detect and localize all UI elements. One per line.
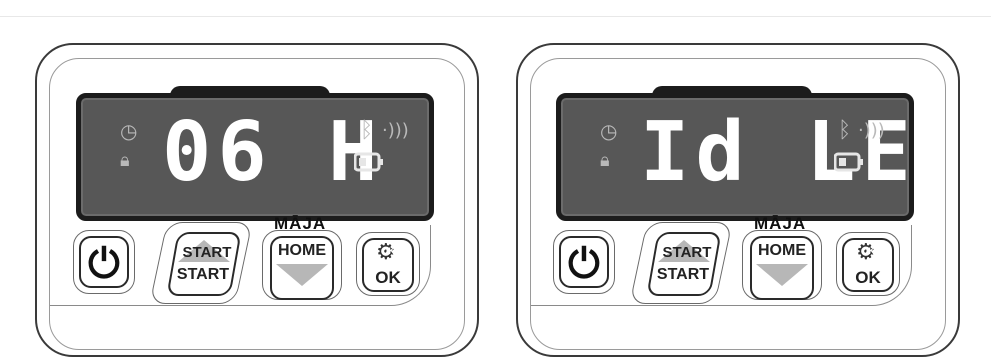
power-icon: ⏻: [88, 242, 120, 286]
ok-label-bottom: OK: [375, 268, 401, 287]
top-divider: [0, 16, 991, 17]
ok-label-top: OK: [861, 246, 875, 256]
battery-icon: [833, 152, 864, 172]
home-label: HOME: [758, 242, 806, 259]
power-button[interactable]: ⏻: [559, 236, 609, 288]
start-label-bottom: START: [656, 266, 710, 283]
signal-icon: ·))): [858, 120, 885, 141]
bluetooth-icon: ᛒ: [838, 118, 852, 143]
power-icon: ⏻: [568, 242, 600, 286]
lock-icon: 🔒︎: [600, 150, 610, 171]
display-readout: 06 H: [162, 105, 384, 200]
power-button[interactable]: ⏻: [79, 236, 129, 288]
home-triangle-icon: [276, 264, 328, 286]
ok-label-top: OK: [381, 246, 395, 256]
clock-icon: ◷: [600, 119, 618, 143]
start-label-top: START: [182, 244, 232, 261]
start-label-bottom: START: [176, 266, 230, 283]
home-label: HOME: [278, 242, 326, 259]
clock-icon: ◷: [120, 119, 138, 143]
signal-icon: ·))): [382, 120, 409, 141]
battery-icon: [353, 152, 384, 172]
lock-icon: 🔒︎: [120, 150, 130, 171]
home-triangle-icon: [756, 264, 808, 286]
start-label-top: START: [662, 244, 712, 261]
ok-label-bottom: OK: [855, 268, 881, 287]
bluetooth-icon: ᛒ: [360, 118, 374, 143]
